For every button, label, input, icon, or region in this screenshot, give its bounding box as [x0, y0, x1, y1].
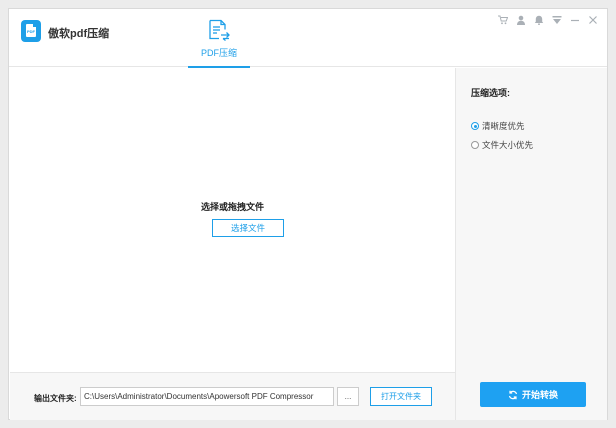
- file-drop-zone[interactable]: 选择或拖拽文件 选择文件: [10, 68, 455, 372]
- start-button-label: 开始转换: [521, 390, 558, 400]
- option-clarity-priority[interactable]: 清晰度优先: [471, 120, 525, 132]
- browse-button[interactable]: ...: [337, 387, 359, 406]
- option-label: 文件大小优先: [482, 140, 534, 150]
- output-folder-label: 输出文件夹:: [34, 394, 77, 403]
- app-logo-icon: PDF: [21, 20, 41, 42]
- compress-icon: [209, 19, 230, 41]
- cart-icon[interactable]: [497, 14, 509, 26]
- bell-icon[interactable]: [533, 14, 545, 26]
- window-controls: [497, 13, 599, 27]
- option-size-priority[interactable]: 文件大小优先: [471, 139, 533, 151]
- header: PDF 傲软pdf压缩 PDF压缩: [9, 9, 607, 68]
- refresh-icon: [508, 390, 518, 399]
- compression-options-panel: 压缩选项: 清晰度优先 文件大小优先 开始转换: [456, 68, 607, 420]
- tab-label: PDF压缩: [200, 48, 237, 58]
- radio-selected-icon[interactable]: [471, 122, 479, 130]
- menu-icon[interactable]: [551, 14, 563, 26]
- user-icon[interactable]: [515, 14, 527, 26]
- select-file-button[interactable]: 选择文件: [212, 219, 284, 237]
- app-window: PDF 傲软pdf压缩 PDF压缩 选择或拖拽文件 选择文件 压缩选项: 清晰度…: [8, 8, 608, 420]
- open-folder-button[interactable]: 打开文件夹: [370, 387, 432, 406]
- drop-prompt: 选择或拖拽文件: [200, 202, 264, 212]
- app-title: 傲软pdf压缩: [48, 28, 110, 40]
- output-folder-bar: 输出文件夹: ... 打开文件夹: [10, 372, 455, 420]
- minimize-icon[interactable]: [569, 14, 581, 26]
- radio-unselected-icon[interactable]: [471, 141, 479, 149]
- option-label: 清晰度优先: [482, 121, 525, 131]
- logo-text: PDF: [27, 29, 35, 34]
- options-title: 压缩选项:: [471, 88, 510, 98]
- output-path-field[interactable]: [80, 387, 334, 406]
- close-icon[interactable]: [587, 14, 599, 26]
- tab-pdf-compress[interactable]: PDF压缩: [188, 9, 250, 68]
- start-convert-button[interactable]: 开始转换: [480, 382, 586, 407]
